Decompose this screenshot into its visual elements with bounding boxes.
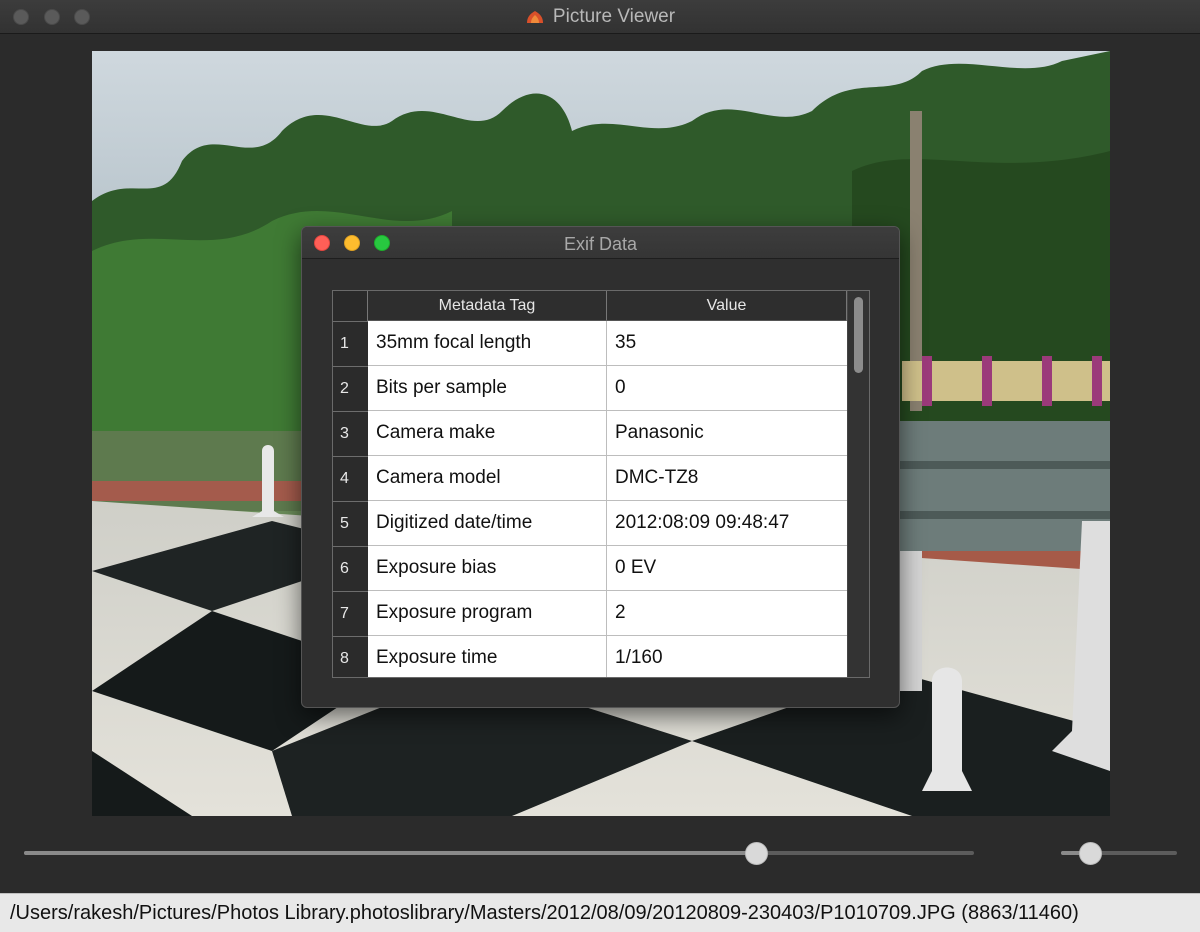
picture-viewer-window: Picture Viewer /Users/rakesh/Pictures/Ph…	[0, 0, 1200, 932]
table-row[interactable]: 1 35mm focal length 35	[333, 321, 847, 366]
dialog-titlebar[interactable]: Exif Data	[302, 227, 899, 259]
zoom-slider[interactable]	[1061, 841, 1177, 865]
value-cell[interactable]: 0	[607, 366, 847, 411]
window-title: Picture Viewer	[552, 6, 676, 27]
dialog-title: Exif Data	[563, 234, 638, 254]
value-cell[interactable]: Panasonic	[607, 411, 847, 456]
tag-cell[interactable]: 35mm focal length	[368, 321, 607, 366]
scrollbar-thumb[interactable]	[854, 297, 863, 373]
row-header[interactable]: 8	[333, 636, 368, 677]
value-cell[interactable]: DMC-TZ8	[607, 456, 847, 501]
app-icon	[526, 11, 543, 23]
exif-data-dialog: Exif Data Metadata Tag Value 1 35mm foca…	[301, 226, 900, 708]
table-body: 1 35mm focal length 35 2 Bits per sample…	[333, 321, 847, 677]
value-cell[interactable]: 2012:08:09 09:48:47	[607, 501, 847, 546]
table-row[interactable]: 2 Bits per sample 0	[333, 366, 847, 411]
tag-cell[interactable]: Camera make	[368, 411, 607, 456]
position-slider[interactable]	[24, 841, 974, 865]
row-header[interactable]: 2	[333, 366, 368, 411]
zoom-slider-knob[interactable]	[1079, 842, 1102, 865]
file-path-status: /Users/rakesh/Pictures/Photos Library.ph…	[10, 902, 1079, 924]
tag-cell[interactable]: Digitized date/time	[368, 501, 607, 546]
row-header[interactable]: 7	[333, 591, 368, 636]
row-header[interactable]: 5	[333, 501, 368, 546]
table-row[interactable]: 7 Exposure program 2	[333, 591, 847, 636]
column-header-metadata-tag[interactable]: Metadata Tag	[368, 291, 607, 321]
row-header[interactable]: 6	[333, 546, 368, 591]
value-cell[interactable]: 0 EV	[607, 546, 847, 591]
tag-cell[interactable]: Exposure time	[368, 636, 607, 677]
value-cell[interactable]: 2	[607, 591, 847, 636]
tag-cell[interactable]: Bits per sample	[368, 366, 607, 411]
table-row[interactable]: 6 Exposure bias 0 EV	[333, 546, 847, 591]
row-header[interactable]: 3	[333, 411, 368, 456]
window-titlebar[interactable]: Picture Viewer	[0, 0, 1200, 34]
position-slider-knob[interactable]	[744, 842, 768, 865]
table-row[interactable]: 4 Camera model DMC-TZ8	[333, 456, 847, 501]
table-corner-button[interactable]	[333, 291, 368, 321]
table-row[interactable]: 3 Camera make Panasonic	[333, 411, 847, 456]
title-group: Picture Viewer	[0, 0, 1200, 34]
value-cell[interactable]: 1/160	[607, 636, 847, 677]
status-bar: /Users/rakesh/Pictures/Photos Library.ph…	[0, 893, 1200, 932]
row-header[interactable]: 4	[333, 456, 368, 501]
table-vertical-scrollbar[interactable]	[847, 291, 869, 677]
tag-cell[interactable]: Camera model	[368, 456, 607, 501]
column-header-value[interactable]: Value	[607, 291, 847, 321]
table-row[interactable]: 5 Digitized date/time 2012:08:09 09:48:4…	[333, 501, 847, 546]
table-row[interactable]: 8 Exposure time 1/160	[333, 636, 847, 677]
position-slider-fill	[24, 851, 756, 855]
value-cell[interactable]: 35	[607, 321, 847, 366]
tag-cell[interactable]: Exposure program	[368, 591, 607, 636]
row-header[interactable]: 1	[333, 321, 368, 366]
exif-table: Metadata Tag Value 1 35mm focal length 3…	[332, 290, 870, 678]
tag-cell[interactable]: Exposure bias	[368, 546, 607, 591]
